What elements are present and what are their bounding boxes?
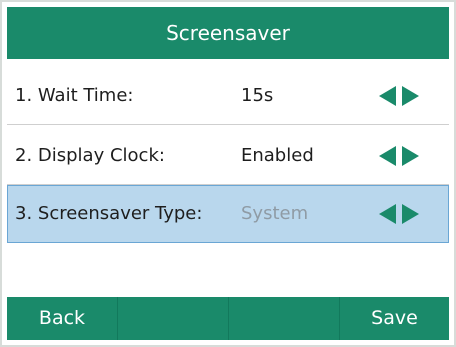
device-frame: Screensaver 1. Wait Time: 15s 2. Display… (0, 0, 456, 347)
page-title: Screensaver (7, 7, 449, 59)
arrow-left-icon[interactable] (379, 86, 396, 106)
setting-label: 2. Display Clock: (15, 145, 165, 166)
arrow-right-icon[interactable] (402, 86, 419, 106)
softkey-2[interactable] (118, 297, 228, 340)
phone-screen: Screensaver 1. Wait Time: 15s 2. Display… (7, 7, 449, 340)
back-softkey[interactable]: Back (7, 297, 117, 340)
setting-label: 1. Wait Time: (15, 85, 134, 106)
arrow-left-icon[interactable] (379, 204, 396, 224)
setting-row-display-clock[interactable]: 2. Display Clock: Enabled (7, 127, 449, 185)
row-divider (7, 124, 449, 125)
save-softkey[interactable]: Save (340, 297, 449, 340)
setting-row-screensaver-type[interactable]: 3. Screensaver Type: System (7, 185, 449, 243)
softkey-bar: Back Save (7, 297, 449, 340)
setting-value: System (241, 203, 309, 224)
softkey-3[interactable] (229, 297, 339, 340)
arrow-right-icon[interactable] (402, 146, 419, 166)
setting-value: 15s (241, 85, 274, 106)
arrow-left-icon[interactable] (379, 146, 396, 166)
value-switcher[interactable] (379, 146, 427, 166)
value-switcher[interactable] (379, 86, 427, 106)
setting-value: Enabled (241, 145, 314, 166)
setting-label: 3. Screensaver Type: (15, 203, 203, 224)
setting-row-wait-time[interactable]: 1. Wait Time: 15s (7, 67, 449, 125)
value-switcher[interactable] (379, 204, 427, 224)
arrow-right-icon[interactable] (402, 204, 419, 224)
